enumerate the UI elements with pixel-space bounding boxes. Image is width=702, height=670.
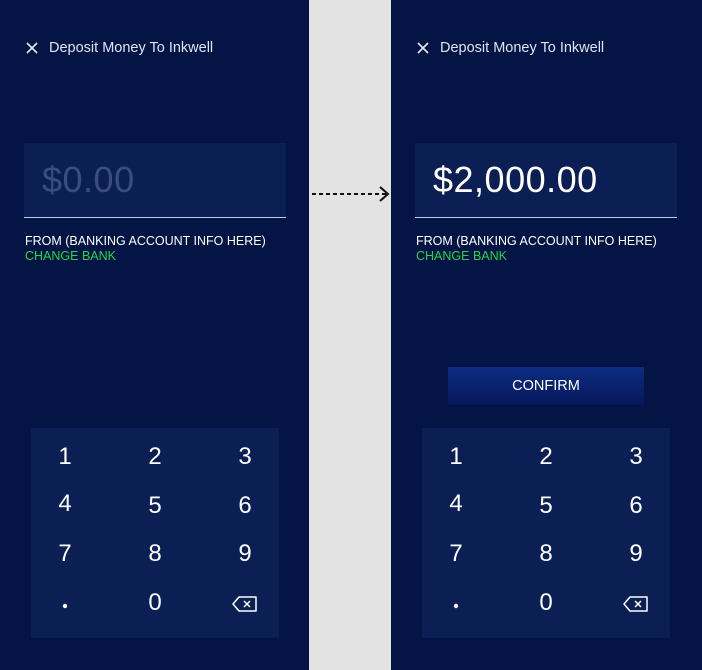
number-keypad: 1 2 3 4 5 6 7 8 9 0 bbox=[31, 428, 279, 638]
header: Deposit Money To Inkwell bbox=[416, 40, 604, 56]
keypad-key-decimal[interactable] bbox=[426, 586, 486, 626]
deposit-screen-filled: Deposit Money To Inkwell $2,000.00 FROM … bbox=[391, 0, 702, 670]
backspace-icon bbox=[231, 592, 259, 620]
amount-input[interactable]: $2,000.00 bbox=[415, 143, 677, 218]
page-title: Deposit Money To Inkwell bbox=[49, 40, 214, 56]
amount-placeholder: $0.00 bbox=[42, 159, 135, 200]
confirm-button[interactable]: CONFIRM bbox=[448, 367, 644, 405]
keypad-key-0[interactable]: 0 bbox=[125, 583, 185, 623]
keypad-key-3[interactable]: 3 bbox=[215, 437, 275, 477]
backspace-icon bbox=[622, 592, 650, 620]
close-icon[interactable] bbox=[25, 41, 39, 55]
keypad-key-8[interactable]: 8 bbox=[516, 534, 576, 574]
keypad-key-1[interactable]: 1 bbox=[35, 437, 95, 477]
keypad-key-decimal[interactable] bbox=[35, 586, 95, 626]
keypad-key-5[interactable]: 5 bbox=[516, 486, 576, 526]
keypad-key-9[interactable]: 9 bbox=[215, 534, 275, 574]
decimal-dot bbox=[453, 603, 459, 609]
from-account-label: FROM (BANKING ACCOUNT INFO HERE) bbox=[416, 234, 657, 248]
close-icon[interactable] bbox=[416, 41, 430, 55]
change-bank-link[interactable]: CHANGE BANK bbox=[416, 249, 507, 263]
keypad-key-4[interactable]: 4 bbox=[426, 484, 486, 524]
change-bank-link[interactable]: CHANGE BANK bbox=[25, 249, 116, 263]
keypad-key-9[interactable]: 9 bbox=[606, 534, 666, 574]
amount-value: $2,000.00 bbox=[433, 159, 598, 200]
decimal-dot bbox=[62, 603, 68, 609]
keypad-key-3[interactable]: 3 bbox=[606, 437, 666, 477]
keypad-key-2[interactable]: 2 bbox=[516, 437, 576, 477]
keypad-key-6[interactable]: 6 bbox=[606, 486, 666, 526]
from-account-label: FROM (BANKING ACCOUNT INFO HERE) bbox=[25, 234, 266, 248]
keypad-key-7[interactable]: 7 bbox=[426, 534, 486, 574]
header: Deposit Money To Inkwell bbox=[25, 40, 213, 56]
keypad-key-backspace[interactable] bbox=[215, 586, 275, 626]
keypad-key-0[interactable]: 0 bbox=[516, 583, 576, 623]
page-title: Deposit Money To Inkwell bbox=[440, 40, 605, 56]
keypad-key-8[interactable]: 8 bbox=[125, 534, 185, 574]
keypad-key-4[interactable]: 4 bbox=[35, 484, 95, 524]
keypad-key-7[interactable]: 7 bbox=[35, 534, 95, 574]
keypad-key-6[interactable]: 6 bbox=[215, 486, 275, 526]
number-keypad: 1 2 3 4 5 6 7 8 9 0 bbox=[422, 428, 670, 638]
keypad-key-5[interactable]: 5 bbox=[125, 486, 185, 526]
keypad-key-1[interactable]: 1 bbox=[426, 437, 486, 477]
keypad-key-backspace[interactable] bbox=[606, 586, 666, 626]
amount-input[interactable]: $0.00 bbox=[24, 143, 286, 218]
flow-arrow-icon bbox=[310, 183, 391, 205]
keypad-key-2[interactable]: 2 bbox=[125, 437, 185, 477]
deposit-screen-empty: Deposit Money To Inkwell $0.00 FROM (BAN… bbox=[0, 0, 309, 670]
